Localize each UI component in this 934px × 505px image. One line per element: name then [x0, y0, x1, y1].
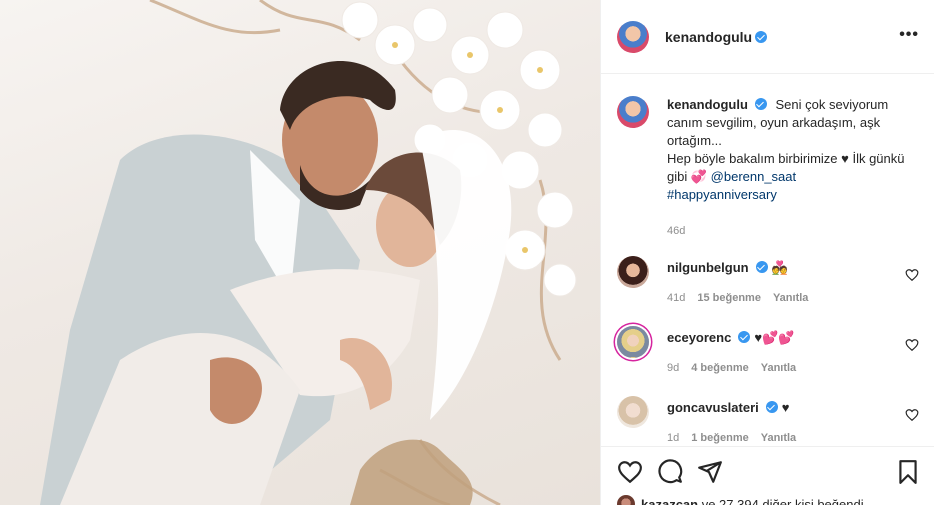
- caption-mention-link[interactable]: @berenn_saat: [711, 169, 796, 184]
- post-photo[interactable]: [0, 0, 600, 505]
- comment-like-heart-icon[interactable]: [905, 408, 919, 422]
- comment-meta: 1d 1 beğenme Yanıtla: [667, 432, 808, 444]
- verified-badge-icon: [765, 401, 778, 413]
- liker-avatar[interactable]: [617, 495, 635, 505]
- wedding-photo-illustration: [40, 0, 577, 505]
- liker-username[interactable]: kazazcan: [641, 497, 698, 505]
- post-action-bar: kazazcan ve 27.394 diğer kişi beğendi: [601, 446, 934, 505]
- comment-reply-button[interactable]: Yanıtla: [773, 292, 808, 304]
- comment-avatar[interactable]: [617, 256, 649, 288]
- post-side-panel: kenandogulu ••• kenandogulu Seni çok sev…: [600, 0, 934, 505]
- comment-meta: 41d 15 beğenme Yanıtla: [667, 292, 820, 304]
- comment-like-heart-icon[interactable]: [905, 338, 919, 352]
- comment-reply-button[interactable]: Yanıtla: [761, 432, 796, 444]
- verified-badge-icon: [754, 98, 767, 110]
- verified-badge-icon: [755, 261, 768, 273]
- likes-summary-text[interactable]: ve 27.394 diğer kişi beğendi: [698, 497, 864, 505]
- comment-username[interactable]: nilgunbelgun: [667, 260, 749, 275]
- comment-avatar[interactable]: [617, 396, 649, 428]
- comment-text: ♥💕💕: [754, 330, 795, 345]
- comment-age[interactable]: 9d: [667, 362, 679, 374]
- comment-like-heart-icon[interactable]: [905, 268, 919, 282]
- comment-like-count[interactable]: 15 beğenme: [697, 292, 761, 304]
- verified-badge-icon: [738, 331, 751, 343]
- comment-item: nilgunbelgun 💑 41d 15 beğenme Yanıtla: [617, 256, 919, 316]
- comment-age[interactable]: 1d: [667, 432, 679, 444]
- share-icon[interactable]: [697, 459, 723, 485]
- likes-summary: kazazcan ve 27.394 diğer kişi beğendi: [617, 495, 864, 505]
- comment-icon[interactable]: [657, 459, 683, 485]
- verified-badge-icon: [755, 31, 768, 43]
- comment-body: eceyorenc ♥💕💕: [667, 330, 794, 346]
- caption-hashtag-link[interactable]: #happyanniversary: [667, 187, 777, 202]
- author-username[interactable]: kenandogulu: [665, 29, 752, 45]
- author-name-wrap: kenandogulu: [665, 29, 768, 45]
- comment-text: 💑: [771, 260, 788, 275]
- comment-reply-button[interactable]: Yanıtla: [761, 362, 796, 374]
- post-header: kenandogulu •••: [601, 0, 934, 74]
- caption-text: kenandogulu Seni çok seviyorum canım sev…: [667, 96, 907, 240]
- comment-username[interactable]: eceyorenc: [667, 330, 731, 345]
- comment-item: eceyorenc ♥💕💕 9d 4 beğenme Yanıtla: [617, 326, 919, 386]
- heart-icon[interactable]: [617, 459, 643, 485]
- comment-body: nilgunbelgun 💑: [667, 260, 788, 276]
- comment-age[interactable]: 41d: [667, 292, 685, 304]
- comment-body: goncavuslateri ♥: [667, 400, 789, 415]
- comment-meta: 9d 4 beğenme Yanıtla: [667, 362, 808, 374]
- post-age[interactable]: 46d: [667, 222, 907, 240]
- caption-author-avatar[interactable]: [617, 96, 649, 128]
- author-avatar[interactable]: [617, 21, 649, 53]
- comment-text: ♥: [781, 400, 790, 415]
- more-options-icon[interactable]: •••: [899, 27, 919, 43]
- caption-author-username[interactable]: kenandogulu: [667, 97, 748, 112]
- bookmark-icon[interactable]: [895, 459, 921, 485]
- comment-avatar[interactable]: [617, 326, 649, 358]
- comment-like-count[interactable]: 1 beğenme: [691, 432, 748, 444]
- comment-username[interactable]: goncavuslateri: [667, 400, 759, 415]
- comment-like-count[interactable]: 4 beğenme: [691, 362, 748, 374]
